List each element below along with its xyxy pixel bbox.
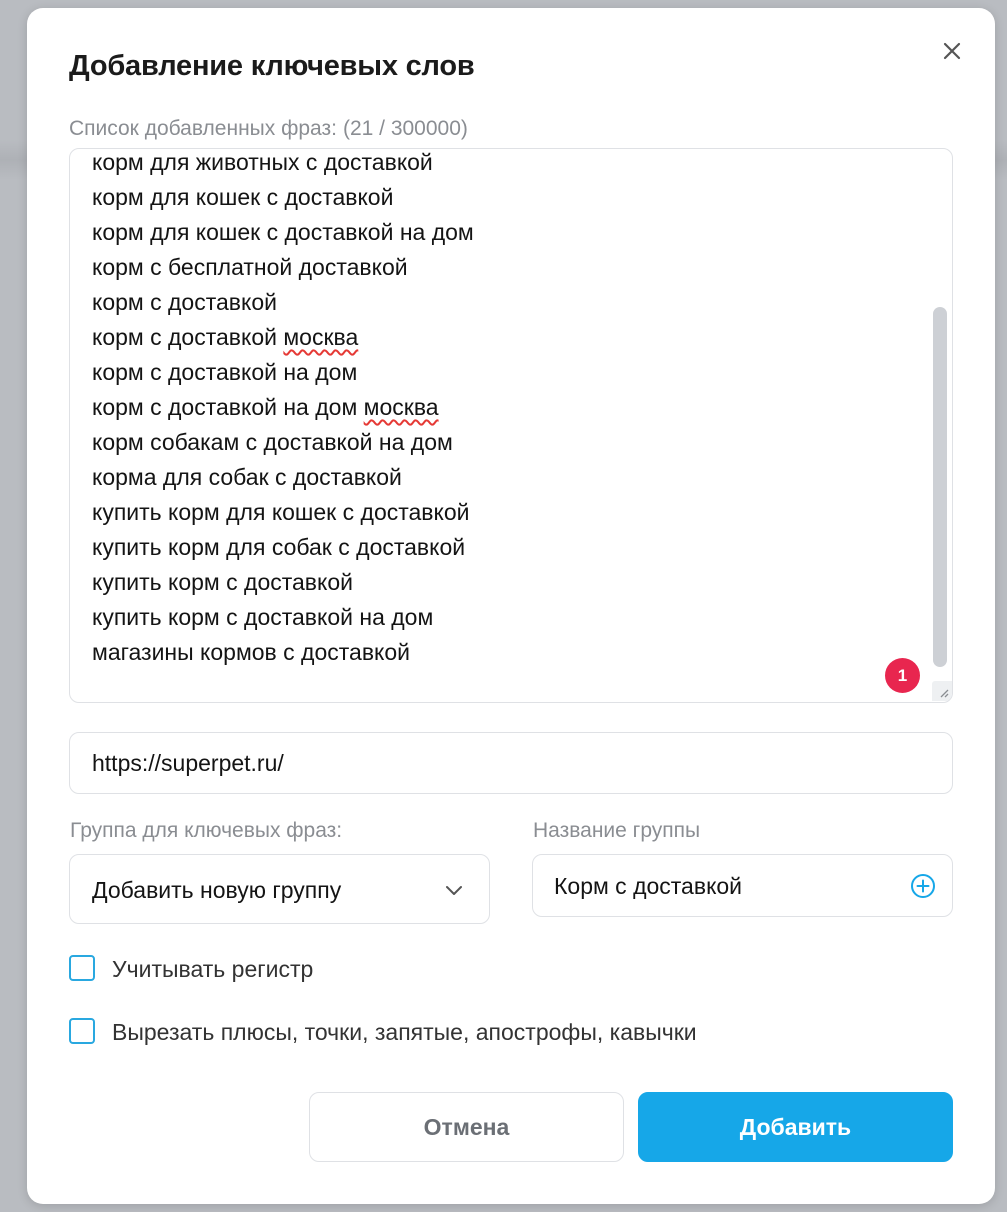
phrase-text: корм с бесплатной доставкой [92,254,408,280]
phrase-text: купить корм для собак с доставкой [92,534,466,560]
case-sensitive-checkbox[interactable] [69,955,95,981]
close-button[interactable] [937,36,967,66]
phrase-text: корм с доставкой [92,324,284,350]
dialog-title: Добавление ключевых слов [69,50,475,82]
phrase-text: корм с доставкой [92,289,277,315]
phrases-textarea[interactable]: корм для животных с доставкой корм для ко… [69,148,953,703]
phrase-item: купить корм для кошек с доставкой [92,495,474,530]
strip-punctuation-label: Вырезать плюсы, точки, запятые, апостроф… [112,1019,697,1045]
group-name-label: Название группы [533,819,701,842]
phrase-item: корм с бесплатной доставкой [92,250,474,285]
group-label: Группа для ключевых фраз: [70,819,343,842]
group-select-value: Добавить новую группу [92,877,342,903]
phrase-item: корм с доставкой москва [92,320,474,355]
phrase-text: корм для кошек с доставкой [92,184,394,210]
phrase-item: корм для кошек с доставкой [92,180,474,215]
phrase-item: корм с доставкой на дом москва [92,390,474,425]
cancel-button[interactable]: Отмена [309,1092,624,1162]
phrases-label: Список добавленных фраз: (21 / 300000) [69,117,468,141]
group-name-input[interactable]: Корм с доставкой [532,854,953,917]
add-button[interactable]: Добавить [638,1092,953,1162]
case-sensitive-label: Учитывать регистр [112,956,314,982]
phrase-text: корм для животных с доставкой [92,149,433,175]
group-select[interactable]: Добавить новую группу [69,854,490,924]
phrase-item: купить корм для собак с доставкой [92,530,474,565]
resize-grip-icon [940,689,949,698]
add-keywords-dialog: Добавление ключевых слов Список добавлен… [27,8,995,1204]
misspelled-word: москва [363,394,439,420]
resize-handle[interactable] [932,681,952,701]
phrase-text: купить корм для кошек с доставкой [92,499,470,525]
phrase-item: корм для кошек с доставкой на дом [92,215,474,250]
plus-circle-icon[interactable] [910,873,936,899]
scrollbar-thumb[interactable] [933,307,947,667]
close-icon [943,42,961,60]
phrase-item: корма для собак с доставкой [92,460,474,495]
phrases-count: (21 / 300000) [342,117,468,140]
phrase-text: корм собакам с доставкой на дом [92,429,453,455]
phrase-text: купить корм с доставкой на дом [92,604,434,630]
phrase-item: корм для животных с доставкой [92,149,474,180]
url-field[interactable]: https://superpet.ru/ [69,732,953,794]
phrase-item: корм с доставкой [92,285,474,320]
strip-punctuation-checkbox[interactable] [69,1018,95,1044]
phrase-item: корм собакам с доставкой на дом [92,425,474,460]
phrase-text: купить корм с доставкой [92,569,353,595]
notification-badge: 1 [885,658,920,693]
phrase-text: корм для кошек с доставкой на дом [92,219,474,245]
phrase-item: магазины кормов с доставкой [92,635,474,670]
phrase-item: корм с доставкой на дом [92,355,474,390]
phrase-item: купить корм с доставкой [92,565,474,600]
phrase-text: магазины кормов с доставкой [92,639,411,665]
group-name-value: Корм с доставкой [554,873,743,899]
phrases-label-text: Список добавленных фраз: [69,117,337,140]
phrase-list: корм для животных с доставкой корм для ко… [92,149,474,670]
phrase-item: купить корм с доставкой на дом [92,600,474,635]
phrase-text: корм с доставкой на дом [92,359,358,385]
phrase-text: корма для собак с доставкой [92,464,402,490]
misspelled-word: москва [283,324,359,350]
phrase-text: корм с доставкой на дом [92,394,364,420]
chevron-down-icon [446,886,462,895]
